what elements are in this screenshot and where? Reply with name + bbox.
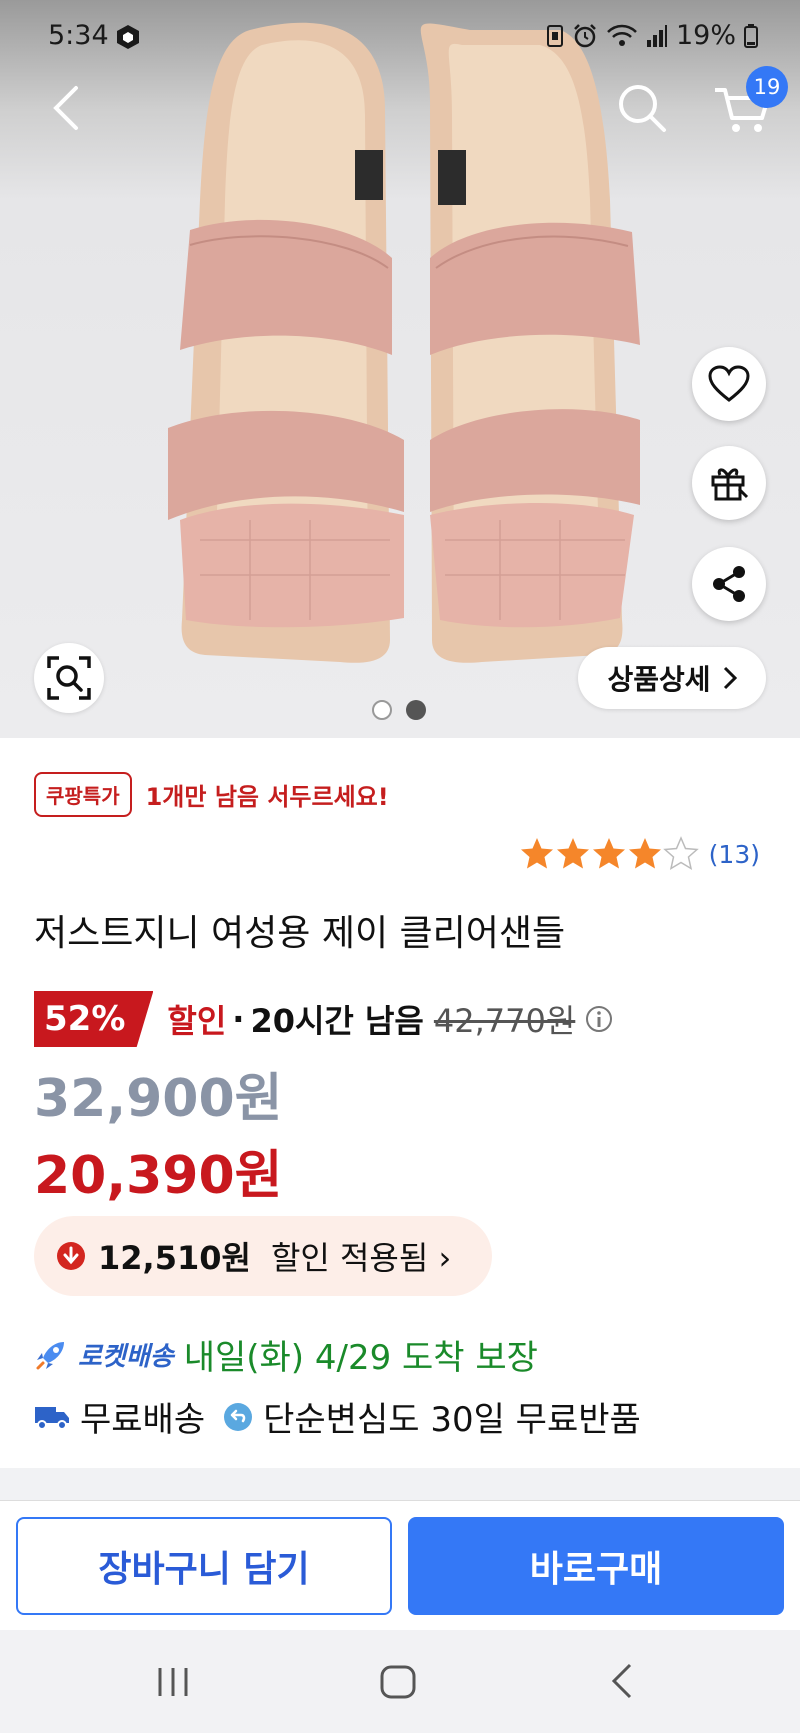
return-policy: 단순변심도 30일 무료반품 <box>263 1400 641 1440</box>
rating[interactable]: (13) <box>519 836 760 872</box>
chevron-right-icon <box>723 666 737 690</box>
delivery-row: 로켓배송 내일(화) 4/29 도착 보장 <box>34 1330 538 1379</box>
system-navigation-bar <box>0 1630 800 1733</box>
return-icon <box>224 1402 253 1431</box>
sim-icon <box>546 24 563 47</box>
system-back-icon[interactable] <box>610 1662 634 1700</box>
info-icon[interactable] <box>585 1005 613 1033</box>
time-remaining: 20시간 남음 <box>250 1002 424 1040</box>
rocket-icon <box>36 1341 64 1369</box>
discount-row: 52% 할인 · 20시간 남음 42,770원 <box>34 991 613 1047</box>
status-time: 5:34 <box>48 20 109 51</box>
status-indicators: 19% <box>546 20 758 51</box>
review-count[interactable]: (13) <box>709 840 760 869</box>
alarm-icon <box>574 23 596 47</box>
page-dot-active[interactable] <box>406 700 426 720</box>
image-search-icon <box>47 656 91 700</box>
truck-icon <box>35 1406 69 1430</box>
original-price: 42,770원 <box>433 1002 576 1040</box>
free-shipping: 무료배송 <box>80 1400 206 1440</box>
promo-row: 쿠팡특가 1개만 남음 서두르세요! <box>34 772 389 817</box>
saving-amount: 12,510원 <box>98 1239 251 1277</box>
saving-text: 할인 적용됨 › <box>270 1239 452 1277</box>
deal-badge: 쿠팡특가 <box>34 772 132 817</box>
gift-icon <box>711 468 749 501</box>
app-cube-icon <box>117 25 139 49</box>
wifi-icon <box>607 24 637 46</box>
stock-urgency: 1개만 남음 서두르세요! <box>145 783 389 811</box>
wishlist-button[interactable] <box>692 347 766 421</box>
gallery-pagination <box>372 700 426 720</box>
product-detail-label: 상품상세 <box>607 663 711 696</box>
heart-icon <box>708 365 750 402</box>
battery-percent: 19% <box>675 20 736 51</box>
discount-applied-pill[interactable]: 12,510원 할인 적용됨 › <box>34 1216 492 1296</box>
share-button[interactable] <box>692 547 766 621</box>
recent-apps-icon[interactable] <box>156 1665 190 1699</box>
share-icon <box>713 566 745 602</box>
section-divider <box>0 1468 800 1500</box>
battery-icon <box>744 23 758 48</box>
search-icon[interactable] <box>614 80 670 136</box>
down-arrow-icon <box>57 1242 85 1270</box>
sale-price: 20,390원 <box>34 1146 283 1206</box>
product-detail-button[interactable]: 상품상세 <box>578 647 766 709</box>
back-icon[interactable] <box>46 80 86 136</box>
separator: · <box>232 1000 245 1038</box>
product-photo <box>168 22 640 663</box>
buy-now-button[interactable]: 바로구매 <box>408 1517 784 1615</box>
discount-percent-badge: 52% <box>34 991 154 1047</box>
home-icon[interactable] <box>380 1665 416 1699</box>
image-search-button[interactable] <box>34 643 104 713</box>
rocket-delivery-label: 로켓배송 <box>78 1342 174 1372</box>
add-to-cart-button[interactable]: 장바구니 담기 <box>16 1517 392 1615</box>
discount-label: 할인 <box>167 1002 227 1040</box>
list-price: 32,900원 <box>34 1069 283 1129</box>
product-title: 저스트지니 여성용 제이 클리어샌들 <box>34 913 566 954</box>
cart-count-badge: 19 <box>746 66 788 108</box>
gift-button[interactable] <box>692 446 766 520</box>
star-rating-icon <box>520 836 699 871</box>
shipping-row: 무료배송 단순변심도 30일 무료반품 <box>34 1392 641 1441</box>
product-image-gallery[interactable]: 5:34 19% 19 상품상세 <box>0 0 800 738</box>
delivery-promise: 내일(화) 4/29 도착 보장 <box>183 1338 538 1378</box>
purchase-bar: 장바구니 담기 바로구매 <box>0 1500 800 1630</box>
page-dot[interactable] <box>372 700 392 720</box>
signal-icon <box>646 24 667 47</box>
status-bar: 5:34 19% <box>0 0 800 74</box>
